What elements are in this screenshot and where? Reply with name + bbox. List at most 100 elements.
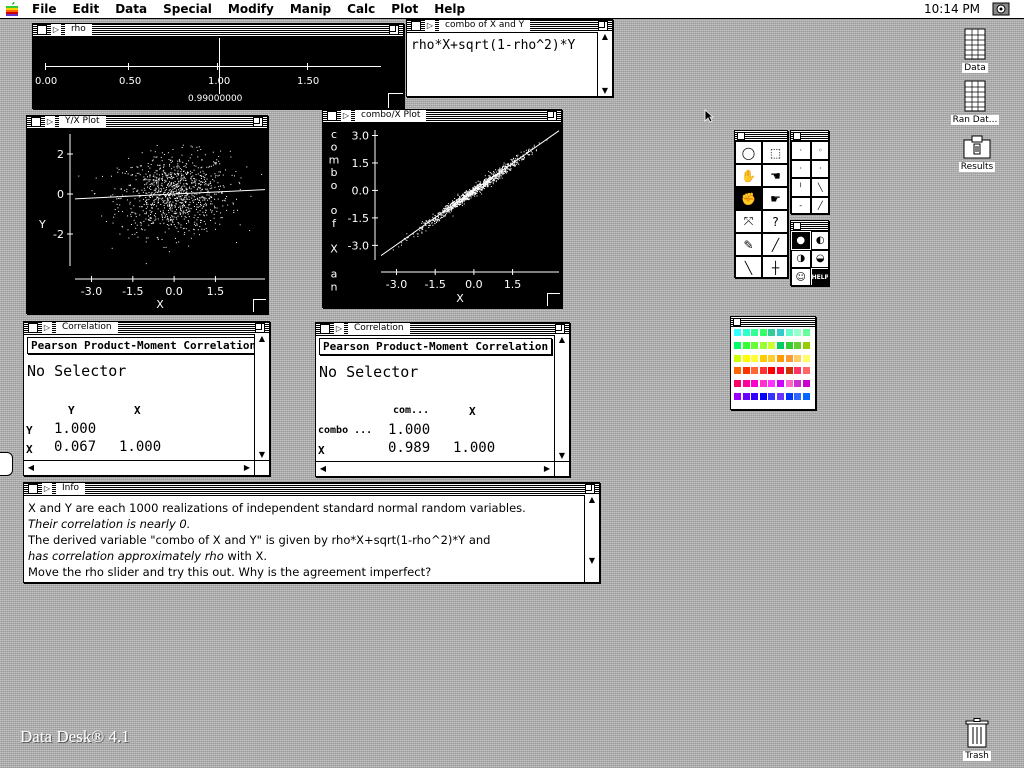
symbol-dot-option[interactable]: · (791, 159, 811, 178)
scroll-down-arrow-icon[interactable]: ▼ (555, 451, 569, 461)
color-swatch[interactable] (751, 380, 759, 388)
color-swatch[interactable] (802, 354, 810, 362)
close-box-icon[interactable] (37, 25, 47, 35)
color-swatch[interactable] (768, 393, 776, 400)
info-text[interactable]: X and Y are each 1000 realizations of in… (28, 500, 526, 580)
zoom-box-icon[interactable] (389, 25, 399, 35)
zoom-box-icon[interactable] (255, 323, 265, 333)
paint-brush-tool-icon[interactable]: ✎ (735, 233, 762, 256)
pencil-tool-icon[interactable]: ╱ (762, 233, 787, 256)
color-swatch[interactable] (751, 329, 759, 336)
color-swatch[interactable] (734, 367, 741, 375)
grow-box-icon[interactable] (253, 299, 266, 312)
horizontal-scrollbar[interactable]: ◀ ▶ (316, 461, 554, 476)
close-box-icon[interactable] (31, 117, 41, 127)
symbol-circle-option[interactable]: ◦ (810, 141, 828, 160)
line-tool-icon[interactable]: ╲ (735, 256, 762, 277)
menubar-clock[interactable]: 10:14 PM (924, 2, 980, 16)
desktop-icon-trash[interactable]: Trash (947, 718, 1007, 761)
desktop-icon-results[interactable]: Results (947, 135, 1007, 172)
zoom-box-icon[interactable] (253, 117, 263, 127)
application-menu-icon[interactable] (992, 1, 1010, 17)
grow-box-icon[interactable] (554, 461, 569, 476)
window-title-bar[interactable]: ▷ Correlation (24, 322, 269, 335)
fill-modifier-option[interactable]: ◐ (810, 231, 828, 250)
help-icon[interactable]: HELP (810, 268, 828, 285)
grow-box-icon[interactable] (254, 460, 269, 475)
color-swatch[interactable] (768, 354, 776, 362)
color-swatch[interactable] (768, 367, 776, 375)
color-swatch[interactable] (802, 341, 810, 349)
color-swatch[interactable] (777, 329, 784, 336)
close-box-icon[interactable] (28, 323, 38, 333)
color-swatch[interactable] (785, 329, 793, 336)
color-swatch[interactable] (802, 393, 810, 400)
color-swatch[interactable] (802, 367, 810, 375)
color-swatch[interactable] (777, 380, 784, 388)
scroll-up-arrow-icon[interactable]: ▲ (598, 32, 612, 42)
color-swatch[interactable] (785, 380, 793, 388)
close-box-icon[interactable] (320, 324, 330, 334)
close-box-icon[interactable] (327, 111, 337, 121)
color-swatch[interactable] (777, 354, 784, 362)
symbol-dot-option[interactable]: · (791, 141, 811, 160)
close-box-icon[interactable] (793, 222, 801, 230)
close-box-icon[interactable] (793, 132, 801, 140)
point-hand-tool-icon[interactable]: ☛ (762, 187, 787, 210)
color-swatch[interactable] (794, 354, 802, 362)
color-swatch[interactable] (751, 341, 759, 349)
color-swatch[interactable] (751, 354, 759, 362)
marquee-tool-icon[interactable]: ⬚ (762, 141, 787, 164)
close-box-icon[interactable] (737, 132, 745, 140)
close-box-icon[interactable] (28, 484, 38, 494)
formula-text[interactable]: rho*X+sqrt(1-rho^2)*Y (411, 38, 595, 53)
hyperview-triangle-icon[interactable]: ▷ (341, 110, 351, 121)
color-swatch[interactable] (759, 354, 767, 362)
color-swatch[interactable] (734, 380, 741, 388)
slider-thumb[interactable] (218, 38, 220, 94)
window-title-bar[interactable]: ▷ Info (24, 483, 599, 496)
color-swatch[interactable] (734, 354, 741, 362)
color-swatch[interactable] (759, 367, 767, 375)
scroll-down-arrow-icon[interactable]: ▼ (255, 450, 269, 460)
fill-modifier-option[interactable]: ◒ (810, 249, 828, 269)
close-box-icon[interactable] (733, 318, 741, 326)
color-swatch[interactable] (734, 329, 741, 336)
color-swatch[interactable] (742, 341, 750, 349)
vertical-scrollbar[interactable]: ▲ ▼ (254, 334, 269, 460)
scroll-down-arrow-icon[interactable]: ▼ (598, 86, 612, 96)
fill-modifier-option[interactable]: ◑ (791, 249, 811, 269)
hand-tool-icon[interactable]: ✋ (735, 164, 762, 187)
apple-menu-icon[interactable] (0, 0, 24, 19)
desktop-icon-data[interactable]: Data (945, 28, 1005, 73)
color-swatch[interactable] (759, 341, 767, 349)
menu-special[interactable]: Special (155, 2, 220, 16)
scroll-down-arrow-icon[interactable]: ▼ (585, 556, 599, 566)
grow-box-icon[interactable] (388, 93, 403, 108)
zoom-box-icon[interactable] (598, 21, 608, 31)
menu-file[interactable]: File (24, 2, 65, 16)
grow-box-icon[interactable] (547, 293, 560, 306)
color-swatch[interactable] (785, 354, 793, 362)
color-swatch[interactable] (742, 329, 750, 336)
zoom-box-icon[interactable] (555, 324, 565, 334)
crosshair-tool-icon[interactable]: ┼ (762, 256, 787, 277)
symbol-slash-option[interactable]: ╱ (810, 196, 828, 213)
palette-title-bar[interactable] (791, 131, 828, 141)
combo-scatter-plot[interactable]: -3.0 -1.5 0.0 1.53.01.50.0-1.5-3.0Xcombo of… (323, 122, 561, 307)
scroll-left-arrow-icon[interactable]: ◀ (24, 463, 38, 473)
color-swatch[interactable] (742, 393, 750, 400)
window-title-bar[interactable]: ▷ combo of X and Y (407, 20, 612, 33)
color-swatch[interactable] (751, 393, 759, 400)
color-swatch[interactable] (785, 367, 793, 375)
fill-modifier-option[interactable]: ● (791, 231, 811, 250)
scroll-up-arrow-icon[interactable]: ▲ (585, 495, 599, 505)
yx-scatter-plot[interactable]: -3.0 -1.5 0.0 1.5 2 0 -2 X Y (27, 128, 267, 313)
scroll-right-arrow-icon[interactable]: ▶ (540, 464, 554, 474)
vertical-scrollbar[interactable]: ▲ ▼ (554, 335, 569, 461)
menu-data[interactable]: Data (107, 2, 155, 16)
menu-modify[interactable]: Modify (220, 2, 282, 16)
palette-title-bar[interactable] (731, 317, 815, 327)
color-swatch[interactable] (768, 329, 776, 336)
color-swatch[interactable] (759, 329, 767, 336)
